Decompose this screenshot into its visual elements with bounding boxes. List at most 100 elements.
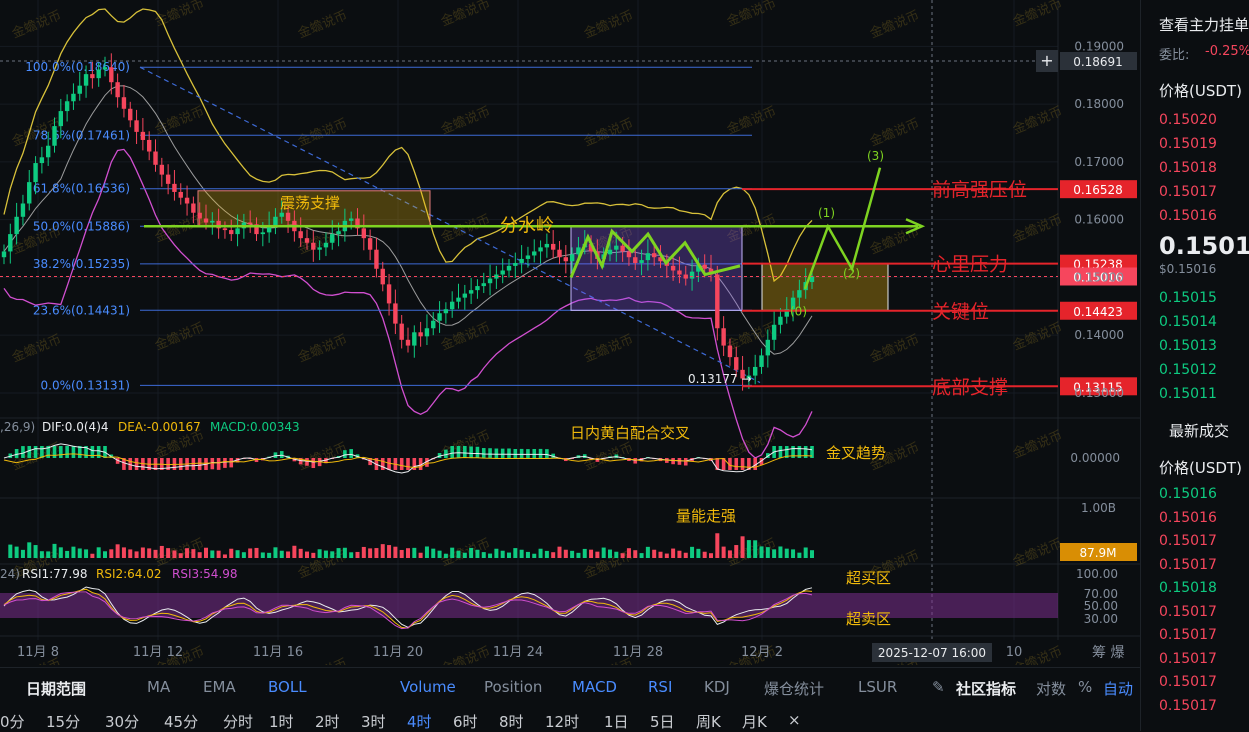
candle-body <box>532 251 537 256</box>
macd-value: MACD:0.00343 <box>210 420 300 434</box>
bid-price-row[interactable]: 0.15014 <box>1159 314 1217 330</box>
log-scale-toggle[interactable]: 对数 <box>1036 678 1066 699</box>
price-axis-tick: 0.18000 <box>1074 97 1124 111</box>
volume-bar <box>456 550 461 558</box>
trade-price-row[interactable]: 0.15017 <box>1159 533 1217 549</box>
candle-body <box>20 203 26 217</box>
position-indicator-button[interactable]: Position <box>484 678 542 696</box>
volume-bar <box>260 552 265 558</box>
interval-option[interactable]: 8时 <box>499 711 524 732</box>
interval-option[interactable]: 30分 <box>105 711 139 732</box>
ema-indicator-button[interactable]: EMA <box>203 678 236 696</box>
ask-price-row[interactable]: 0.15016 <box>1159 208 1217 224</box>
macd-histogram-bar <box>223 458 227 468</box>
candle-body <box>210 220 215 223</box>
interval-option[interactable]: 1日 <box>604 711 629 732</box>
volume-bar <box>690 546 695 558</box>
volume-bar <box>254 547 259 558</box>
trade-price-row[interactable]: 0.15017 <box>1159 604 1217 620</box>
volume-bar <box>753 540 758 558</box>
macd-histogram-bar <box>633 458 638 464</box>
candle-body <box>279 212 284 217</box>
ask-price-row[interactable]: 0.15017 <box>1159 184 1217 200</box>
trade-price-row[interactable]: 0.15018 <box>1159 580 1217 596</box>
trade-price-row[interactable]: 0.15017 <box>1159 627 1217 643</box>
volume-bar <box>20 549 25 558</box>
candle-body <box>481 283 486 287</box>
date-range-button[interactable]: 日期范围 <box>26 678 86 699</box>
bid-price-row[interactable]: 0.15012 <box>1159 362 1217 378</box>
ma-indicator-button[interactable]: MA <box>147 678 170 696</box>
macd-params: ,26,9) <box>0 420 35 434</box>
volume-bar <box>727 550 732 558</box>
candle-body <box>424 328 430 337</box>
edit-icon[interactable]: ✎ <box>932 678 945 696</box>
volume-bar <box>443 553 448 558</box>
interval-option[interactable]: 5日 <box>650 711 675 732</box>
liquidation-stats-button[interactable]: 爆仓统计 <box>764 678 824 699</box>
volume-indicator-button[interactable]: Volume <box>400 678 456 696</box>
interval-option[interactable]: 4时 <box>407 711 432 732</box>
interval-option[interactable]: 0分 <box>0 711 25 732</box>
trades-title[interactable]: 最新成交 <box>1169 420 1229 441</box>
community-indicators-button[interactable]: 社区指标 <box>956 678 1016 699</box>
candle-body <box>677 270 682 275</box>
candle-body <box>462 293 468 298</box>
candle-body <box>651 253 657 258</box>
auto-scale-toggle[interactable]: 自动 <box>1103 678 1133 699</box>
interval-option[interactable]: × <box>788 711 801 729</box>
trade-price-row[interactable]: 0.15016 <box>1159 486 1217 502</box>
interval-option[interactable]: 1时 <box>269 711 294 732</box>
kdj-indicator-button[interactable]: KDJ <box>704 678 730 696</box>
trade-price-row[interactable]: 0.15016 <box>1159 510 1217 526</box>
volume-bar <box>65 550 70 558</box>
candle-body <box>778 316 783 325</box>
candle-body <box>109 67 114 83</box>
percent-scale-toggle[interactable]: % <box>1078 678 1092 696</box>
rsi2-value: RSI2:64.02 <box>96 567 162 581</box>
price-chart[interactable]: 金蟾说币 金蟾说币 金蟾说币 金蟾说币 金蟾说币 金蟾说币 金蟾说币 金蟾说币金蟾说币 金蟾说币… <box>0 0 1140 665</box>
price-axis-tick: 0.15000 <box>1074 270 1124 284</box>
candle-body <box>184 197 190 204</box>
candle-body <box>1 251 7 258</box>
interval-option[interactable]: 周K <box>696 711 721 732</box>
golden-cross-annotation: 金叉趋势 <box>826 444 886 462</box>
interval-option[interactable]: 12时 <box>545 711 579 732</box>
ask-price-row[interactable]: 0.15020 <box>1159 112 1217 128</box>
interval-option[interactable]: 6时 <box>453 711 478 732</box>
macd-histogram-bar <box>456 446 461 458</box>
trade-price-row[interactable]: 0.15017 <box>1159 674 1217 690</box>
trade-price-row[interactable]: 0.15017 <box>1159 651 1217 667</box>
macd-histogram-bar <box>513 449 518 458</box>
interval-option[interactable]: 15分 <box>46 711 80 732</box>
volume-bar <box>248 548 253 558</box>
volume-bar <box>58 547 63 558</box>
macd-histogram-bar <box>734 458 739 470</box>
interval-option[interactable]: 2时 <box>315 711 340 732</box>
interval-option[interactable]: 月K <box>742 711 767 732</box>
rsi-indicator-button[interactable]: RSI <box>648 678 672 696</box>
order-book-title[interactable]: 查看主力挂单 <box>1159 14 1249 35</box>
candle-body <box>27 182 32 204</box>
bid-price-row[interactable]: 0.15015 <box>1159 290 1217 306</box>
bid-price-row[interactable]: 0.15011 <box>1159 386 1217 402</box>
lsur-indicator-button[interactable]: LSUR <box>858 678 897 696</box>
candle-body <box>431 320 436 329</box>
trade-price-row[interactable]: 0.15017 <box>1159 557 1217 573</box>
volume-bar <box>128 549 133 558</box>
interval-option[interactable]: 分时 <box>223 711 253 732</box>
interval-option[interactable]: 45分 <box>164 711 198 732</box>
volume-bar <box>84 549 89 558</box>
candle-body <box>77 85 82 94</box>
interval-option[interactable]: 3时 <box>361 711 386 732</box>
bid-price-row[interactable]: 0.15013 <box>1159 338 1217 354</box>
boll-indicator-button[interactable]: BOLL <box>268 678 307 696</box>
ask-price-row[interactable]: 0.15019 <box>1159 136 1217 152</box>
trade-price-row[interactable]: 0.15017 <box>1159 698 1217 714</box>
macd-histogram-bar <box>14 449 19 458</box>
macd-histogram-bar <box>380 458 385 470</box>
ask-price-row[interactable]: 0.15018 <box>1159 160 1217 176</box>
macd-indicator-button[interactable]: MACD <box>572 678 617 696</box>
volume-bar <box>702 551 707 558</box>
macd-histogram-bar <box>778 446 783 458</box>
